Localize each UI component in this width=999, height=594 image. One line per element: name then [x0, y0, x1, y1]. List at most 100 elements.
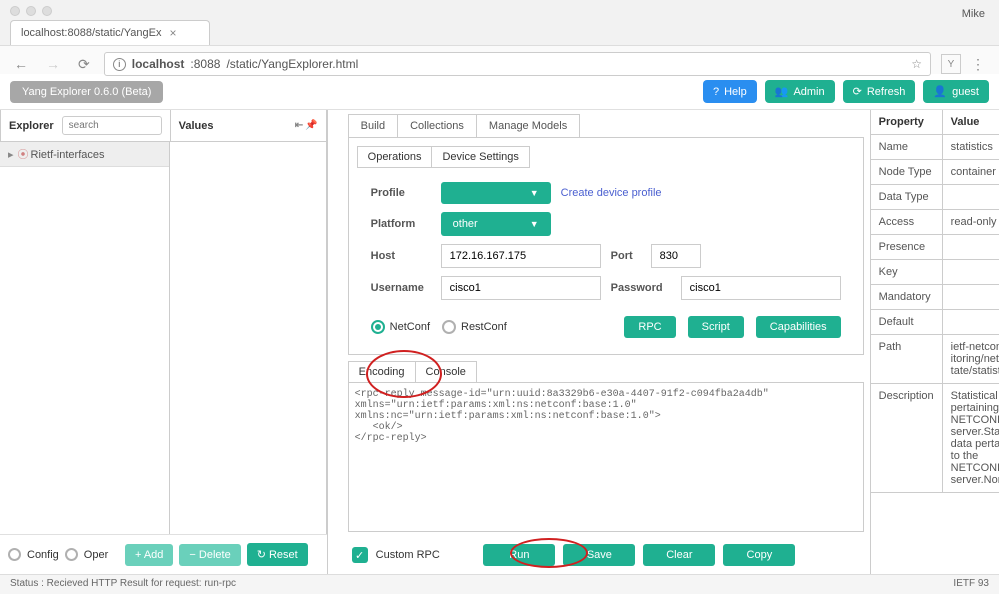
maximize-window-icon[interactable]: [42, 6, 52, 16]
port-label: Port: [611, 250, 641, 262]
host-label: Host: [371, 250, 431, 262]
copy-button[interactable]: Copy: [723, 544, 795, 566]
url-port: :8088: [190, 57, 220, 71]
table-row: Pathietf-netconf-monitoring/netconf-stat…: [871, 335, 999, 384]
save-button[interactable]: Save: [563, 544, 635, 566]
caret-right-icon: ▸: [8, 149, 14, 161]
browser-tab[interactable]: localhost:8088/static/YangEx ×: [10, 20, 210, 45]
rpc-button[interactable]: RPC: [624, 316, 675, 338]
reload-icon[interactable]: ⟳: [74, 56, 94, 73]
refresh-icon: ⟳: [853, 85, 862, 98]
table-row: Key: [871, 260, 999, 285]
close-window-icon[interactable]: [10, 6, 20, 16]
admin-icon: 👥: [775, 85, 789, 98]
reset-button[interactable]: ↻ Reset: [247, 543, 308, 566]
capabilities-button[interactable]: Capabilities: [756, 316, 841, 338]
tab-device-settings[interactable]: Device Settings: [432, 147, 528, 167]
table-row: Default: [871, 310, 999, 335]
url-host: localhost: [132, 57, 185, 71]
custom-rpc-label: Custom RPC: [376, 549, 440, 561]
status-bar: Status : Recieved HTTP Result for reques…: [0, 574, 999, 594]
window-controls: [0, 0, 999, 22]
explorer-search-input[interactable]: [62, 116, 162, 135]
tab-manage-models[interactable]: Manage Models: [477, 115, 579, 137]
prop-header-property: Property: [871, 110, 943, 135]
middle-panel: Build Collections Manage Models Operatio…: [328, 110, 870, 574]
table-row: Namestatistics: [871, 135, 999, 160]
status-right: IETF 93: [953, 578, 989, 591]
url-path: /static/YangExplorer.html: [226, 57, 358, 71]
sub-tabs: Operations Device Settings: [357, 146, 530, 168]
clear-button[interactable]: Clear: [643, 544, 715, 566]
password-input[interactable]: [681, 276, 841, 300]
tree-node-ietf-interfaces[interactable]: ▸⦿Rietf-interfaces: [0, 142, 169, 167]
table-row: Accessread-only: [871, 210, 999, 235]
platform-select[interactable]: other▼: [441, 212, 551, 236]
profile-label: Profile: [371, 187, 431, 199]
username-input[interactable]: [441, 276, 601, 300]
script-button[interactable]: Script: [688, 316, 744, 338]
config-label: Config: [27, 549, 59, 561]
table-row: Data Type: [871, 185, 999, 210]
extension-icon[interactable]: Y: [941, 54, 961, 74]
chevron-down-icon: ▼: [530, 219, 539, 229]
property-table: PropertyValue Namestatistics Node Typeco…: [871, 110, 999, 493]
tab-collections[interactable]: Collections: [398, 115, 477, 137]
netconf-radio[interactable]: NetConf: [371, 320, 430, 334]
values-header: Values ⇤📌: [171, 110, 327, 142]
platform-label: Platform: [371, 218, 431, 230]
oper-label: Oper: [84, 549, 108, 561]
help-button[interactable]: ?Help: [703, 80, 757, 103]
pin-icon[interactable]: 📌: [305, 120, 317, 131]
left-panel: Explorer Values ⇤📌 ▸⦿Rietf-interfaces Co…: [0, 110, 328, 574]
run-button[interactable]: Run: [483, 544, 555, 566]
menu-icon[interactable]: ⋮: [967, 56, 989, 73]
port-input[interactable]: [651, 244, 701, 268]
console-output[interactable]: <rpc-reply message-id="urn:uuid:8a3329b6…: [348, 382, 864, 532]
browser-chrome: Mike localhost:8088/static/YangEx × ← → …: [0, 0, 999, 74]
profile-select[interactable]: ▼: [441, 182, 551, 204]
restconf-radio[interactable]: RestConf: [442, 320, 507, 334]
password-label: Password: [611, 282, 671, 294]
tab-encoding[interactable]: Encoding: [349, 362, 416, 382]
table-row: Node Typecontainer: [871, 160, 999, 185]
username-label: Username: [371, 282, 431, 294]
bookmark-icon[interactable]: ☆: [911, 57, 922, 71]
refresh-button[interactable]: ⟳Refresh: [843, 80, 916, 103]
user-icon: 👤: [933, 85, 947, 98]
explorer-header: Explorer: [0, 110, 171, 142]
forward-icon: →: [42, 56, 64, 72]
app-toolbar: Yang Explorer 0.6.0 (Beta) ?Help 👥Admin …: [0, 74, 999, 110]
site-info-icon[interactable]: i: [113, 58, 126, 71]
delete-button[interactable]: − Delete: [179, 544, 240, 566]
table-row: Presence: [871, 235, 999, 260]
help-icon: ?: [713, 86, 719, 98]
tab-console[interactable]: Console: [416, 362, 476, 382]
table-row: Mandatory: [871, 285, 999, 310]
module-icon: ⦿: [18, 149, 29, 161]
tab-build[interactable]: Build: [349, 115, 398, 137]
tab-title: localhost:8088/static/YangEx: [21, 27, 161, 39]
config-radio[interactable]: [8, 548, 21, 561]
host-input[interactable]: [441, 244, 601, 268]
values-column: [170, 142, 326, 534]
user-button[interactable]: 👤guest: [923, 80, 989, 103]
admin-button[interactable]: 👥Admin: [765, 80, 835, 103]
browser-profile[interactable]: Mike: [962, 8, 985, 20]
oper-radio[interactable]: [65, 548, 78, 561]
console-tabs: Encoding Console: [348, 361, 477, 382]
minimize-window-icon[interactable]: [26, 6, 36, 16]
back-icon[interactable]: ←: [10, 56, 32, 72]
main-tabs: Build Collections Manage Models: [348, 114, 581, 137]
status-text: Status : Recieved HTTP Result for reques…: [10, 578, 236, 591]
create-profile-link[interactable]: Create device profile: [561, 187, 662, 199]
tab-operations[interactable]: Operations: [358, 147, 433, 167]
custom-rpc-checkbox[interactable]: ✓: [352, 547, 368, 563]
close-tab-icon[interactable]: ×: [169, 26, 176, 40]
collapse-icon[interactable]: ⇤: [295, 120, 303, 131]
prop-header-value: Value: [942, 110, 999, 135]
address-bar[interactable]: i localhost :8088/static/YangExplorer.htm…: [104, 52, 931, 76]
tree-view[interactable]: ▸⦿Rietf-interfaces: [0, 142, 170, 534]
add-button[interactable]: + Add: [125, 544, 173, 566]
chevron-down-icon: ▼: [530, 188, 539, 198]
